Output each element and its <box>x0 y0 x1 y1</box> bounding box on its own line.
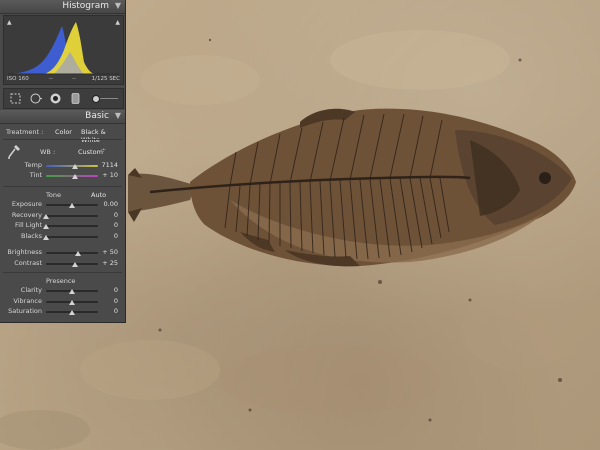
graduated-filter-icon[interactable] <box>69 92 82 105</box>
wb-dropdown-icon[interactable]: ÷ <box>101 147 106 154</box>
fill-light-value[interactable]: 0 <box>114 221 118 229</box>
fill-light-label: Fill Light <box>15 221 42 229</box>
auto-tone-button[interactable]: Auto <box>89 191 108 199</box>
shutter-readout: 1/125 SEC <box>91 76 120 82</box>
tool-strip <box>3 88 124 109</box>
highlight-clip-icon[interactable]: ▲ <box>115 19 120 26</box>
collapse-triangle-icon[interactable]: ▼ <box>115 1 121 10</box>
temp-slider-knob[interactable] <box>71 164 78 169</box>
tint-slider-knob[interactable] <box>71 174 78 179</box>
presence-label: Presence <box>46 277 76 285</box>
histogram-graph <box>8 22 119 75</box>
temp-label: Temp <box>24 161 42 169</box>
vibrance-value[interactable]: 0 <box>114 297 118 305</box>
blacks-label: Blacks <box>21 231 42 240</box>
crop-icon[interactable] <box>9 92 22 105</box>
divider <box>3 272 122 273</box>
vibrance-label: Vibrance <box>13 296 42 305</box>
fill-light-slider[interactable] <box>46 225 98 227</box>
contrast-slider-knob[interactable] <box>72 261 79 267</box>
brightness-value[interactable]: + 50 <box>102 248 118 256</box>
basic-header[interactable]: Basic ▼ <box>0 110 125 124</box>
brightness-label: Brightness <box>7 248 42 256</box>
temp-value[interactable]: 7114 <box>101 161 118 169</box>
tint-label: Tint <box>29 171 42 179</box>
recovery-slider[interactable] <box>46 214 98 217</box>
fill-light-slider-knob[interactable] <box>43 224 49 229</box>
tint-value[interactable]: + 10 <box>102 171 118 179</box>
brightness-slider[interactable] <box>46 252 98 254</box>
recovery-slider-knob[interactable] <box>43 213 49 219</box>
red-eye-icon[interactable] <box>49 92 62 105</box>
brush-size-knob[interactable] <box>92 95 100 103</box>
clarity-slider-knob[interactable] <box>69 289 75 294</box>
contrast-value[interactable]: + 25 <box>102 259 118 267</box>
spot-removal-icon[interactable] <box>29 92 42 105</box>
saturation-value[interactable]: 0 <box>114 307 118 315</box>
histogram: ▲ ▲ ISO 160 -- -- 1/125 SEC <box>3 15 124 85</box>
wb-label: WB : <box>40 148 56 156</box>
exposure-label: Exposure <box>11 200 42 208</box>
clarity-label: Clarity <box>20 286 42 294</box>
aperture-readout: -- <box>72 76 76 82</box>
treatment-label: Treatment : <box>6 128 44 136</box>
clarity-value[interactable]: 0 <box>114 286 118 294</box>
divider <box>3 139 122 140</box>
recovery-value[interactable]: 0 <box>114 211 118 219</box>
vibrance-slider-knob[interactable] <box>69 299 75 305</box>
focal-readout: -- <box>49 76 53 82</box>
blacks-slider[interactable] <box>46 235 98 238</box>
treatment-color-button[interactable]: Color <box>53 128 74 136</box>
shadow-clip-icon[interactable]: ▲ <box>7 19 12 26</box>
histogram-title: Histogram <box>62 1 109 11</box>
exposure-slider-knob[interactable] <box>69 203 75 208</box>
divider <box>3 186 122 187</box>
tone-label: Tone <box>46 191 61 199</box>
develop-panel: Histogram ▼ ▲ ▲ ISO 160 -- -- 1/125 SEC <box>0 0 126 323</box>
treatment-bw-button[interactable]: Black & White <box>79 128 125 144</box>
exposure-value[interactable]: 0.00 <box>104 200 118 208</box>
saturation-slider-knob[interactable] <box>69 310 75 315</box>
iso-readout: ISO 160 <box>7 76 29 82</box>
brightness-slider-knob[interactable] <box>75 251 82 256</box>
blacks-slider-knob[interactable] <box>43 234 49 240</box>
saturation-label: Saturation <box>8 307 42 315</box>
collapse-triangle-icon[interactable]: ▼ <box>115 111 121 120</box>
histogram-header[interactable]: Histogram ▼ <box>0 0 125 14</box>
blacks-value[interactable]: 0 <box>114 232 118 240</box>
basic-title: Basic <box>85 111 109 121</box>
contrast-label: Contrast <box>14 258 42 267</box>
recovery-label: Recovery <box>11 210 42 219</box>
white-balance-eyedropper-icon[interactable] <box>6 143 22 163</box>
